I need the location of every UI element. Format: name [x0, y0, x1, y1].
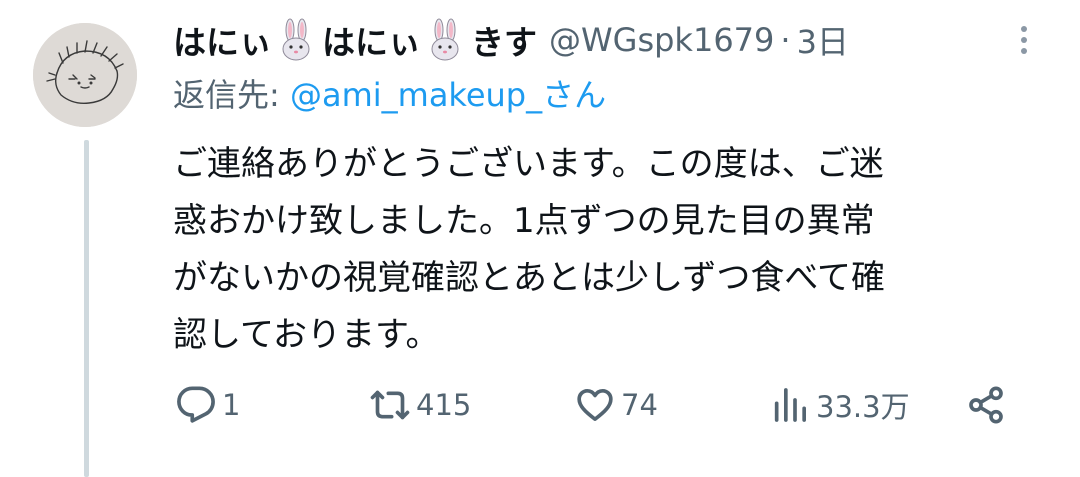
more-vertical-icon[interactable]	[1008, 18, 1040, 62]
display-name-part3: きす	[471, 23, 537, 62]
reply-button[interactable]: 1	[176, 375, 240, 435]
retweet-button[interactable]: 415	[370, 375, 471, 435]
retweet-icon	[370, 390, 410, 420]
reply-to-label: 返信先:	[173, 76, 280, 114]
reply-count: 1	[222, 388, 241, 422]
retweet-count: 415	[416, 388, 472, 422]
views-count: 33.3万	[816, 390, 910, 424]
separator-dot: ·	[780, 21, 791, 59]
hedgehog-sketch-avatar	[33, 23, 137, 127]
reply-icon	[177, 386, 215, 423]
tweet-action-bar: 1 415 74 33.3万	[0, 375, 1080, 435]
reply-to-line: 返信先: @ami_makeup_さん	[173, 70, 606, 116]
display-name[interactable]: はにぃ はにぃ きす	[173, 16, 537, 64]
views-icon	[774, 388, 806, 422]
avatar[interactable]	[33, 23, 137, 127]
reply-to-handle-link[interactable]: @ami_makeup_さん	[290, 76, 606, 114]
display-name-part2: はにぃ	[322, 23, 421, 62]
timestamp[interactable]: 3日	[797, 17, 849, 63]
like-count: 74	[621, 388, 658, 422]
rabbit-icon	[276, 18, 316, 62]
user-handle[interactable]: @WGspk1679	[549, 21, 774, 59]
tweet-text: ご連絡ありがとうございます。この度は、ご迷 惑おかけ致しました。1点ずつの見た目…	[173, 144, 885, 355]
views-button[interactable]: 33.3万	[770, 375, 910, 435]
share-icon	[969, 386, 1003, 424]
tweet-header: はにぃ はにぃ きす @WGspk1679 · 3日	[173, 14, 849, 66]
like-button[interactable]: 74	[575, 375, 658, 435]
rabbit-icon	[425, 18, 465, 62]
share-button[interactable]	[966, 375, 1006, 435]
display-name-part1: はにぃ	[173, 23, 272, 62]
heart-icon	[577, 389, 613, 421]
